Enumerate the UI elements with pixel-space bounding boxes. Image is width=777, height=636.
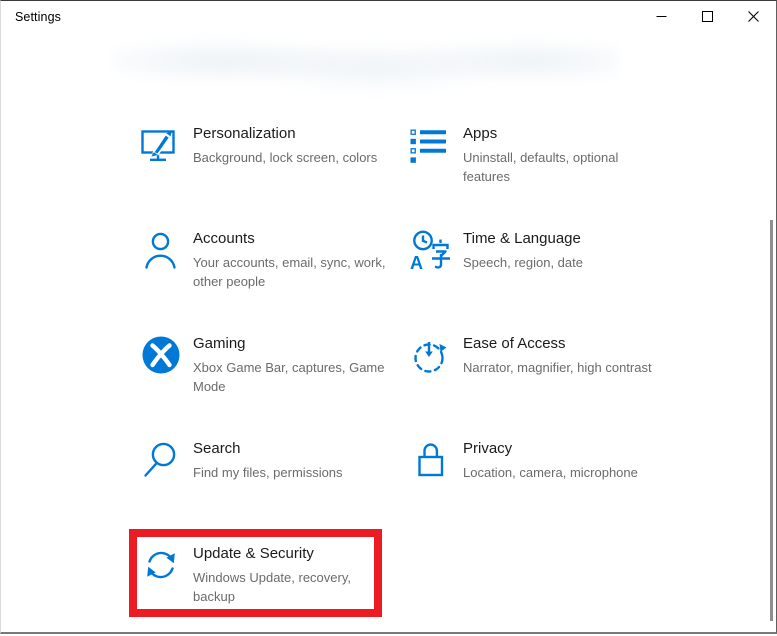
tile-title: Personalization [193,125,399,143]
apps-icon [409,123,453,167]
scrollbar[interactable] [770,220,773,621]
tile-subtitle: Narrator, magnifier, high contrast [463,358,664,377]
gaming-icon [139,333,183,377]
tile-apps[interactable]: Apps Uninstall, defaults, optional featu… [399,111,669,216]
tile-title: Accounts [193,230,399,248]
privacy-icon [409,438,453,482]
tile-title: Privacy [463,440,669,458]
search-icon [139,438,183,482]
tile-time-language[interactable]: A Time & Language Speech, region, date [399,216,669,321]
blurred-header-watermark [113,33,618,95]
tile-update-security[interactable]: Update & Security Windows Update, recove… [129,531,399,636]
tile-subtitle: Uninstall, defaults, optional features [463,148,664,186]
tile-subtitle: Background, lock screen, colors [193,148,394,167]
titlebar: Settings [1,1,776,33]
tile-search[interactable]: Search Find my files, permissions [129,426,399,531]
settings-window: Settings [0,0,777,634]
tile-title: Ease of Access [463,335,669,353]
tile-title: Gaming [193,335,399,353]
time-language-icon: A [409,228,453,272]
tile-subtitle: Windows Update, recovery, backup [193,568,394,606]
tile-title: Update & Security [193,545,399,563]
minimize-button[interactable] [638,1,684,32]
tile-personalization[interactable]: Personalization Background, lock screen,… [129,111,399,216]
tile-subtitle: Xbox Game Bar, captures, Game Mode [193,358,394,396]
close-button[interactable] [730,1,776,32]
tile-subtitle: Your accounts, email, sync, work, other … [193,253,394,291]
tile-subtitle: Speech, region, date [463,253,664,272]
minimize-icon [656,11,667,22]
tile-title: Search [193,440,399,458]
settings-category-grid: Personalization Background, lock screen,… [129,111,669,636]
tile-accounts[interactable]: Accounts Your accounts, email, sync, wor… [129,216,399,321]
window-controls [638,1,776,32]
tile-subtitle: Location, camera, microphone [463,463,664,482]
accounts-icon [139,228,183,272]
maximize-button[interactable] [684,1,730,32]
update-security-icon [139,543,183,587]
tile-ease-of-access[interactable]: Ease of Access Narrator, magnifier, high… [399,321,669,426]
tile-gaming[interactable]: Gaming Xbox Game Bar, captures, Game Mod… [129,321,399,426]
maximize-icon [702,11,713,22]
close-icon [748,11,759,22]
tile-subtitle: Find my files, permissions [193,463,394,482]
tile-title: Time & Language [463,230,669,248]
tile-title: Apps [463,125,669,143]
svg-text:A: A [410,253,423,272]
personalization-icon [139,123,183,167]
tile-privacy[interactable]: Privacy Location, camera, microphone [399,426,669,531]
window-title: Settings [15,10,61,24]
ease-of-access-icon [409,333,453,377]
